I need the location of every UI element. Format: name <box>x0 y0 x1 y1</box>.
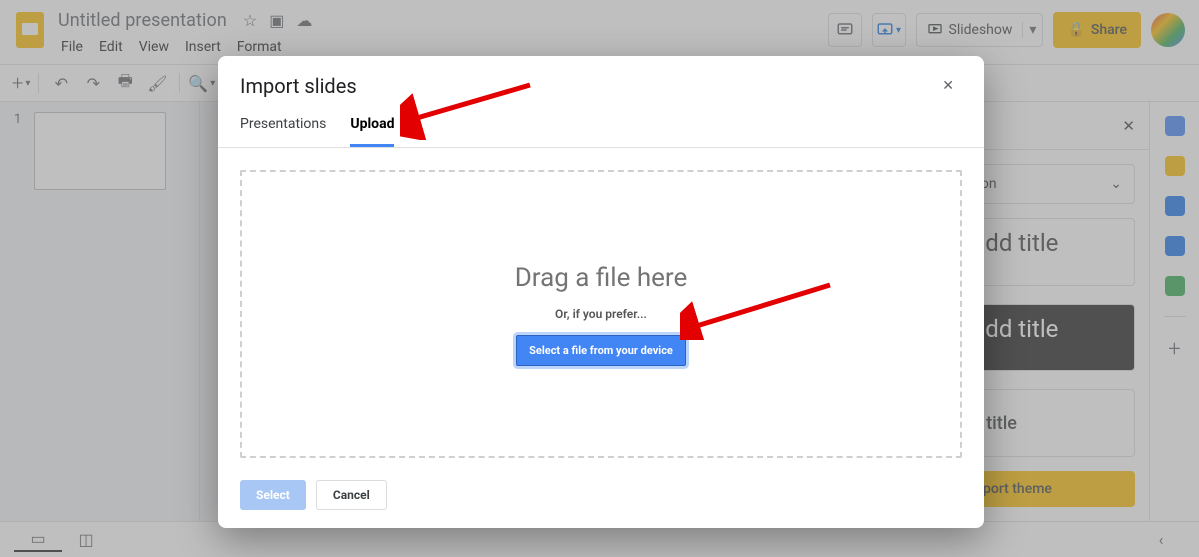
tab-presentations[interactable]: Presentations <box>240 116 326 147</box>
drop-heading: Drag a file here <box>515 263 688 293</box>
select-button[interactable]: Select <box>240 480 306 510</box>
close-dialog-icon[interactable]: ✕ <box>934 74 962 98</box>
cancel-button[interactable]: Cancel <box>316 480 387 510</box>
select-file-button[interactable]: Select a file from your device <box>516 335 686 366</box>
dialog-title: Import slides <box>240 74 357 98</box>
dialog-tabs: Presentations Upload <box>218 98 984 148</box>
import-slides-dialog: Import slides ✕ Presentations Upload Dra… <box>218 56 984 528</box>
drop-subtext: Or, if you prefer... <box>555 307 647 321</box>
tab-upload[interactable]: Upload <box>350 116 394 147</box>
upload-dropzone[interactable]: Drag a file here Or, if you prefer... Se… <box>240 170 962 458</box>
